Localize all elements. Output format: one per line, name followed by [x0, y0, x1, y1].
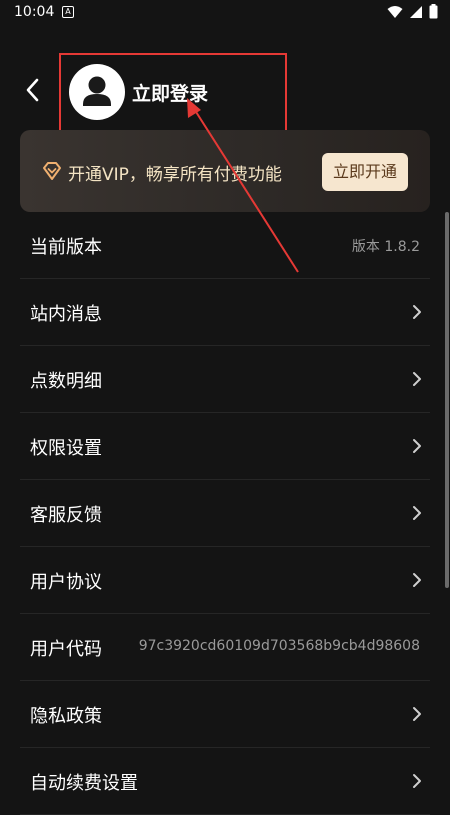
settings-list: 当前版本 版本 1.8.2 站内消息点数明细权限设置客服反馈用户协议用户代码 97c3… — [0, 212, 450, 815]
wifi-icon — [387, 5, 403, 18]
avatar[interactable] — [69, 64, 125, 120]
settings-row-label: 站内消息 — [30, 304, 102, 325]
settings-row[interactable]: 客服反馈 — [20, 480, 430, 547]
header: 立即登录 — [0, 50, 450, 133]
settings-row[interactable]: 站内消息 — [20, 279, 430, 346]
chevron-right-icon — [413, 573, 421, 587]
settings-row-label: 点数明细 — [30, 371, 102, 392]
vip-banner[interactable]: 开通VIP，畅享所有付费功能 立即开通 — [20, 130, 430, 212]
system-icons — [387, 4, 438, 19]
settings-row-value: 版本 1.8.2 — [351, 239, 420, 255]
settings-row-label: 自动续费设置 — [30, 773, 138, 794]
vip-promo-text: 开通VIP，畅享所有付费功能 — [68, 165, 282, 185]
scrollbar[interactable] — [445, 212, 449, 588]
settings-row[interactable]: 当前版本 版本 1.8.2 — [20, 212, 430, 279]
settings-row-label: 隐私政策 — [30, 706, 102, 727]
settings-row[interactable]: 用户协议 — [20, 547, 430, 614]
settings-row[interactable]: 点数明细 — [20, 346, 430, 413]
back-arrow-icon[interactable] — [22, 75, 44, 105]
chevron-right-icon — [413, 774, 421, 788]
settings-row-value: 97c3920cd60109d703568b9cb4d98608 — [138, 638, 420, 654]
chevron-right-icon — [413, 372, 421, 386]
diamond-icon — [43, 162, 61, 180]
settings-row-label: 当前版本 — [30, 237, 102, 258]
vip-open-button[interactable]: 立即开通 — [322, 153, 408, 191]
login-label[interactable]: 立即登录 — [132, 79, 208, 106]
chevron-right-icon — [413, 439, 421, 453]
settings-row-label: 用户代码 — [30, 639, 102, 660]
settings-row[interactable]: 权限设置 — [20, 413, 430, 480]
status-time: 10:04 — [14, 4, 55, 20]
settings-row[interactable]: 隐私政策 — [20, 681, 430, 748]
notification-icon: A — [62, 6, 74, 18]
settings-row[interactable]: 自动续费设置 — [20, 748, 430, 815]
chevron-right-icon — [413, 707, 421, 721]
status-bar: 10:04 A — [0, 0, 450, 26]
settings-row-label: 权限设置 — [30, 438, 102, 459]
settings-row-label: 客服反馈 — [30, 505, 102, 526]
chevron-right-icon — [413, 506, 421, 520]
user-icon — [83, 76, 111, 106]
chevron-right-icon — [413, 305, 421, 319]
login-entry[interactable]: 立即登录 — [59, 53, 287, 133]
signal-icon — [410, 5, 422, 18]
settings-row[interactable]: 用户代码 97c3920cd60109d703568b9cb4d98608 — [20, 614, 430, 681]
battery-icon — [429, 4, 438, 19]
settings-row-label: 用户协议 — [30, 572, 102, 593]
